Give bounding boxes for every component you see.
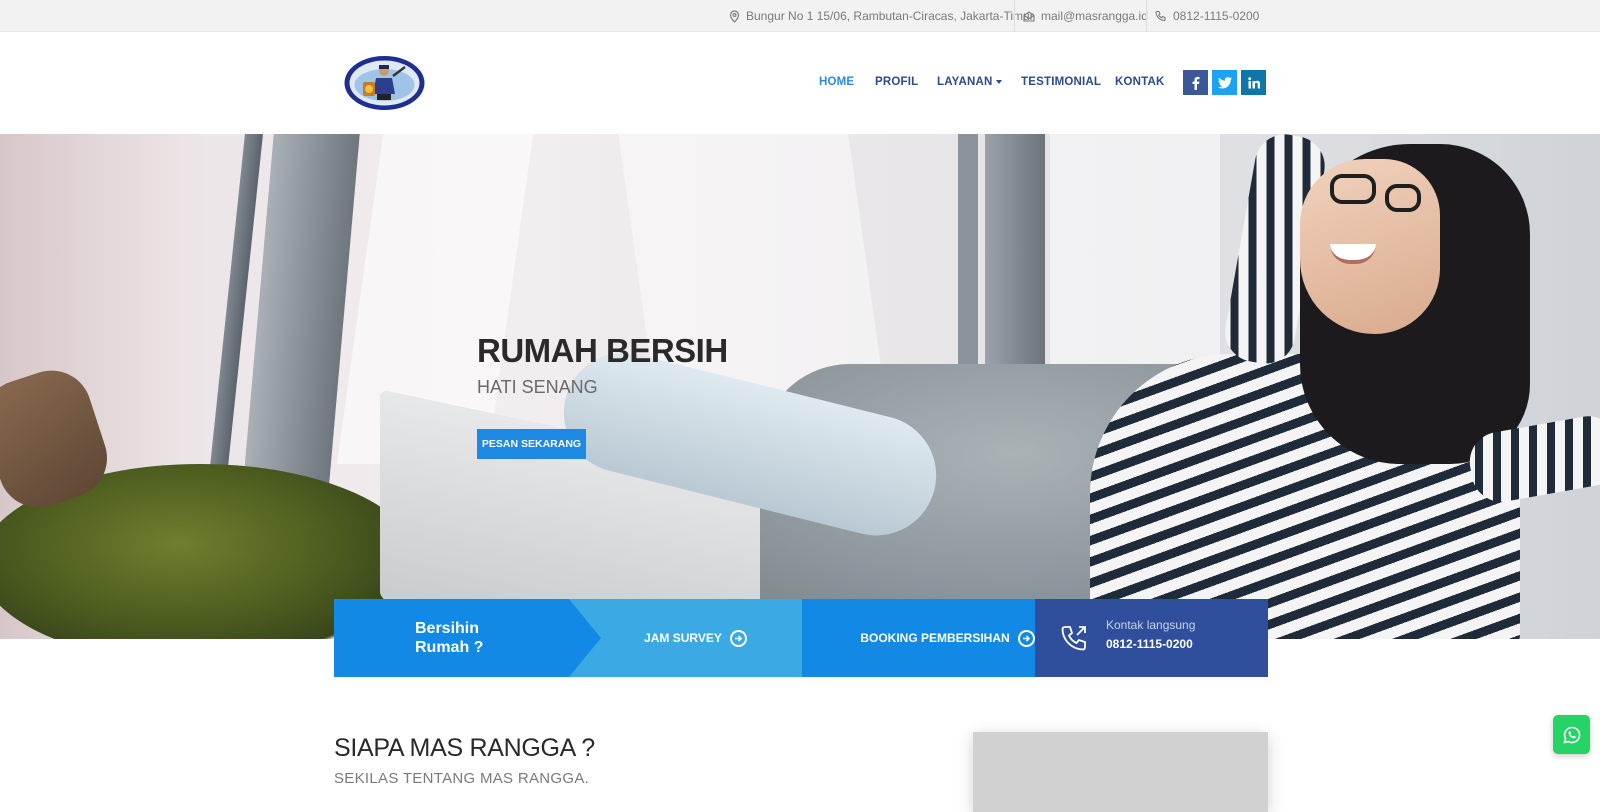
facebook-icon[interactable] [1183, 70, 1208, 95]
nav-profil[interactable]: PROFIL [875, 76, 918, 88]
site-logo[interactable] [343, 54, 426, 112]
survey-button[interactable]: JAM SURVEY [569, 599, 802, 677]
hero-title: RUMAH BERSIH [477, 332, 728, 369]
survey-label: JAM SURVEY [644, 631, 722, 645]
about-title: SIAPA MAS RANGGA ? [334, 734, 595, 762]
contact-phone: 0812-1115-0200 [1106, 637, 1193, 651]
address-info: Bungur No 1 15/06, Rambutan-Ciracas, Jak… [729, 0, 1034, 32]
cta-headline: Bersihin Rumah ? [415, 620, 484, 656]
email-info[interactable]: mail@masrangga.id [1023, 0, 1148, 32]
email-text[interactable]: mail@masrangga.id [1041, 9, 1148, 23]
phone-call-icon [1061, 626, 1086, 651]
order-now-button[interactable]: PESAN SEKARANG [477, 429, 586, 459]
nav-layanan[interactable]: LAYANAN [937, 76, 1002, 88]
top-info-bar: Bungur No 1 15/06, Rambutan-Ciracas, Jak… [0, 0, 1600, 32]
whatsapp-button[interactable] [1553, 715, 1590, 754]
booking-label: BOOKING PEMBERSIHAN [860, 631, 1010, 645]
hero-subtitle: HATI SENANG [477, 377, 598, 397]
about-image-placeholder [973, 732, 1268, 812]
nav-home[interactable]: HOME [819, 76, 854, 88]
location-pin-icon [729, 9, 740, 23]
address-text: Bungur No 1 15/06, Rambutan-Ciracas, Jak… [746, 9, 1034, 23]
phone-text[interactable]: 0812-1115-0200 [1173, 9, 1259, 23]
nav-testimonial[interactable]: TESTIMONIAL [1021, 76, 1101, 88]
contact-label: Kontak langsung [1106, 618, 1196, 632]
envelope-icon [1023, 10, 1035, 22]
nav-layanan-label: LAYANAN [937, 76, 993, 88]
arrow-right-circle-icon [729, 629, 747, 647]
caret-down-icon [995, 79, 1002, 84]
phone-info[interactable]: 0812-1115-0200 [1155, 0, 1259, 32]
about-subtitle: SEKILAS TENTANG MAS RANGGA. [334, 770, 590, 787]
nav-kontak[interactable]: KONTAK [1115, 76, 1165, 88]
cta-headline-box: Bersihin Rumah ? [334, 599, 601, 677]
booking-button[interactable]: BOOKING PEMBERSIHAN [802, 599, 1035, 677]
arrow-right-circle-icon [1017, 629, 1035, 647]
hero-banner: RUMAH BERSIH HATI SENANG PESAN SEKARANG [0, 134, 1600, 639]
linkedin-icon[interactable] [1241, 70, 1266, 95]
twitter-icon[interactable] [1212, 70, 1237, 95]
phone-icon [1155, 10, 1166, 22]
whatsapp-icon [1562, 726, 1580, 744]
site-header: HOME PROFIL LAYANAN TESTIMONIAL KONTAK [0, 32, 1600, 134]
contact-box[interactable]: Kontak langsung 0812-1115-0200 [1035, 599, 1268, 677]
